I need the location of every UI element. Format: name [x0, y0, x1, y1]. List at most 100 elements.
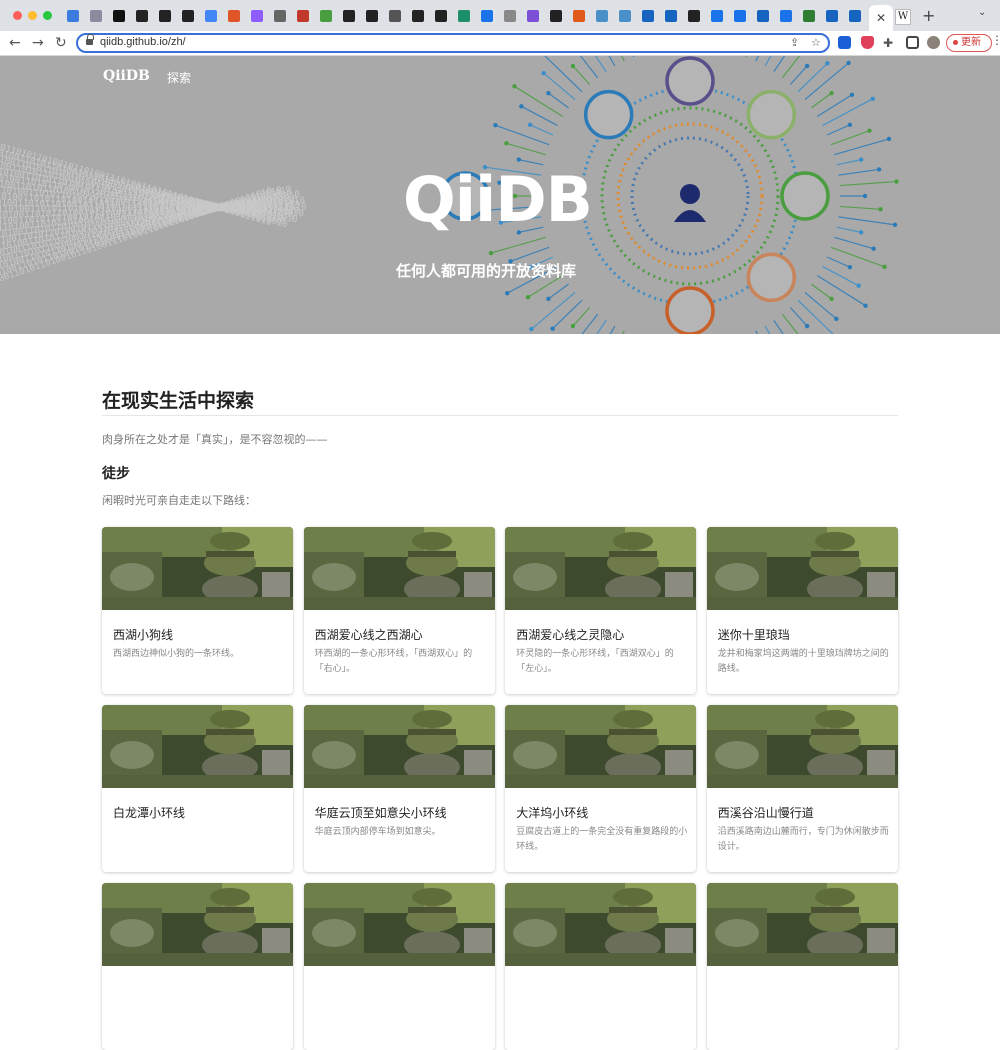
pinned-tab-favicon-icon[interactable] — [685, 7, 703, 25]
route-card-description: 华庭云顶内部停车场到如意尖。 — [314, 827, 441, 837]
route-card-title[interactable]: 西溪谷沿山慢行道 — [718, 804, 814, 821]
hero-title: QiiDB — [403, 163, 593, 236]
route-card-grid: 西湖小狗线西湖西边神似小狗的一条环线。 西湖爱心线之西湖心 环西湖的一条心形环线，… — [102, 527, 898, 1050]
hero-banner: 0110100110101101001011010011101001101011… — [0, 56, 1000, 334]
pinned-tab-favicon-icon[interactable] — [501, 7, 519, 25]
back-button[interactable]: ← — [9, 34, 21, 52]
pinned-tab-favicon-icon[interactable] — [547, 7, 565, 25]
site-logo[interactable]: QiiDB — [103, 68, 150, 84]
share-icon[interactable]: ⇪ — [790, 36, 799, 49]
pinned-tab-favicon-icon[interactable] — [823, 7, 841, 25]
pinned-tab-favicon-icon[interactable] — [639, 7, 657, 25]
route-card[interactable] — [706, 883, 898, 1050]
bookmark-star-icon[interactable]: ☆ — [811, 36, 821, 49]
menu-kebab-icon[interactable]: ⋮ — [991, 33, 1000, 47]
pinned-tab-favicon-icon[interactable] — [754, 7, 772, 25]
route-card-description: 西湖西边神似小狗的一条环线。 — [113, 649, 240, 659]
pinned-tab-favicon-icon[interactable] — [432, 7, 450, 25]
pinned-tab-favicon-icon[interactable] — [593, 7, 611, 25]
route-thumbnail — [303, 527, 495, 610]
new-tab-button[interactable]: + — [922, 6, 935, 25]
route-card[interactable]: 华庭云顶至如意尖小环线华庭云顶内部停车场到如意尖。 — [303, 705, 495, 872]
pinned-tab-favicon-icon[interactable] — [616, 7, 634, 25]
pinned-tab-favicon-icon[interactable] — [386, 7, 404, 25]
extension-blue-icon[interactable] — [838, 36, 851, 49]
pinned-tab-favicon-icon[interactable] — [478, 7, 496, 25]
pinned-tab-favicon-icon[interactable] — [248, 7, 266, 25]
wikipedia-tab-icon[interactable]: W — [895, 9, 911, 25]
pinned-tab-favicon-icon[interactable] — [570, 7, 588, 25]
pinned-tab-favicon-icon[interactable] — [87, 7, 105, 25]
section-divider — [102, 415, 898, 416]
pinned-tab-favicon-icon[interactable] — [363, 7, 381, 25]
route-card[interactable] — [505, 883, 697, 1050]
sidebar-icon[interactable] — [906, 36, 919, 49]
reload-button[interactable]: ↻ — [55, 34, 67, 52]
pinned-tab-favicon-icon[interactable] — [64, 7, 82, 25]
route-card-description: 沿西溪路南边山麓而行，专门为休闲散步而设计。 — [717, 827, 889, 852]
close-window-button[interactable] — [13, 11, 22, 20]
route-card-title[interactable]: 大洋坞小环线 — [516, 804, 588, 821]
route-thumbnail — [505, 705, 697, 788]
route-card[interactable]: 西湖爱心线之西湖心 环西湖的一条心形环线，「西湖双心」的「右心」。 — [303, 527, 495, 694]
section-title: 在现实生活中探索 — [102, 390, 255, 412]
forward-button[interactable]: → — [32, 34, 44, 52]
route-card[interactable]: 西溪谷沿山慢行道沿西溪路南边山麓而行，专门为休闲散步而设计。 — [706, 705, 898, 872]
route-card-title[interactable]: 西湖爱心线之灵隐心 — [516, 626, 624, 643]
route-card[interactable]: 迷你十里琅珰 龙井和梅家坞这两端的十里琅珰牌坊之间的路线。 — [706, 527, 898, 694]
subsection-lead: 闲暇时光可亲自走走以下路线： — [102, 494, 256, 507]
pinned-tab-favicon-icon[interactable] — [271, 7, 289, 25]
route-thumbnail — [706, 705, 898, 788]
route-card[interactable]: 大洋坞小环线豆腐皮古道上的一条完全没有重复路段的小环线。 — [505, 705, 697, 872]
close-tab-icon[interactable]: ✕ — [876, 11, 886, 25]
route-thumbnail — [706, 883, 898, 966]
pinned-tab-favicon-icon[interactable] — [340, 7, 358, 25]
route-card-description: 豆腐皮古道上的一条完全没有重复路段的小环线。 — [516, 827, 688, 852]
pinned-tab-favicon-icon[interactable] — [800, 7, 818, 25]
update-button[interactable]: 更新 — [946, 34, 992, 52]
route-card-title[interactable]: 迷你十里琅珰 — [718, 626, 790, 643]
nav-link-explore[interactable]: 探索 — [167, 69, 191, 86]
route-thumbnail — [505, 527, 697, 610]
route-thumbnail — [102, 883, 293, 966]
extensions-puzzle-icon[interactable]: ✚ — [883, 34, 893, 52]
route-card[interactable] — [303, 883, 495, 1050]
pinned-tab-favicon-icon[interactable] — [731, 7, 749, 25]
route-card[interactable] — [102, 883, 293, 1050]
route-card[interactable]: 西湖小狗线西湖西边神似小狗的一条环线。 — [102, 527, 293, 694]
route-card-title[interactable]: 西湖爱心线之西湖心 — [315, 626, 423, 643]
route-card-title[interactable]: 白龙潭小环线 — [113, 804, 185, 821]
pinned-tab-favicon-icon[interactable] — [317, 7, 335, 25]
subsection-title: 徒步 — [102, 466, 130, 482]
address-bar[interactable]: qiidb.github.io/zh/ ⇪ ☆ — [76, 33, 830, 53]
lock-icon — [86, 34, 94, 46]
pinned-tab-favicon-icon[interactable] — [294, 7, 312, 25]
pinned-tab-favicon-icon[interactable] — [708, 7, 726, 25]
active-tab[interactable]: ✕ — [869, 5, 893, 31]
pinned-tab-favicon-icon[interactable] — [409, 7, 427, 25]
pinned-tab-favicon-icon[interactable] — [662, 7, 680, 25]
pinned-tab-favicon-icon[interactable] — [110, 7, 128, 25]
pinned-tab-favicon-icon[interactable] — [846, 7, 864, 25]
browser-tab-bar: ✕ W + ⌄ — [0, 0, 1000, 31]
url-text[interactable]: qiidb.github.io/zh/ — [100, 36, 186, 48]
pinned-tab-favicon-icon[interactable] — [524, 7, 542, 25]
tab-search-chevron-icon[interactable]: ⌄ — [978, 7, 986, 18]
pinned-tab-favicon-icon[interactable] — [202, 7, 220, 25]
pinned-tab-favicon-icon[interactable] — [156, 7, 174, 25]
profile-avatar[interactable] — [927, 36, 940, 49]
route-thumbnail — [102, 705, 293, 788]
pinned-tab-favicon-icon[interactable] — [225, 7, 243, 25]
pinned-tab-favicon-icon[interactable] — [133, 7, 151, 25]
pinned-tab-favicon-icon[interactable] — [777, 7, 795, 25]
maximize-window-button[interactable] — [43, 11, 52, 20]
pinned-tab-favicon-icon[interactable] — [179, 7, 197, 25]
route-card[interactable]: 西湖爱心线之灵隐心 环灵隐的一条心形环线，「西湖双心」的「左心」。 — [505, 527, 697, 694]
hero-subtitle: 任何人都可用的开放资料库 — [396, 262, 577, 280]
pocket-icon[interactable] — [861, 36, 874, 49]
minimize-window-button[interactable] — [28, 11, 37, 20]
route-card-title[interactable]: 西湖小狗线 — [113, 626, 173, 643]
route-card-title[interactable]: 华庭云顶至如意尖小环线 — [315, 804, 447, 821]
route-card[interactable]: 白龙潭小环线 — [102, 705, 293, 872]
pinned-tab-favicon-icon[interactable] — [455, 7, 473, 25]
